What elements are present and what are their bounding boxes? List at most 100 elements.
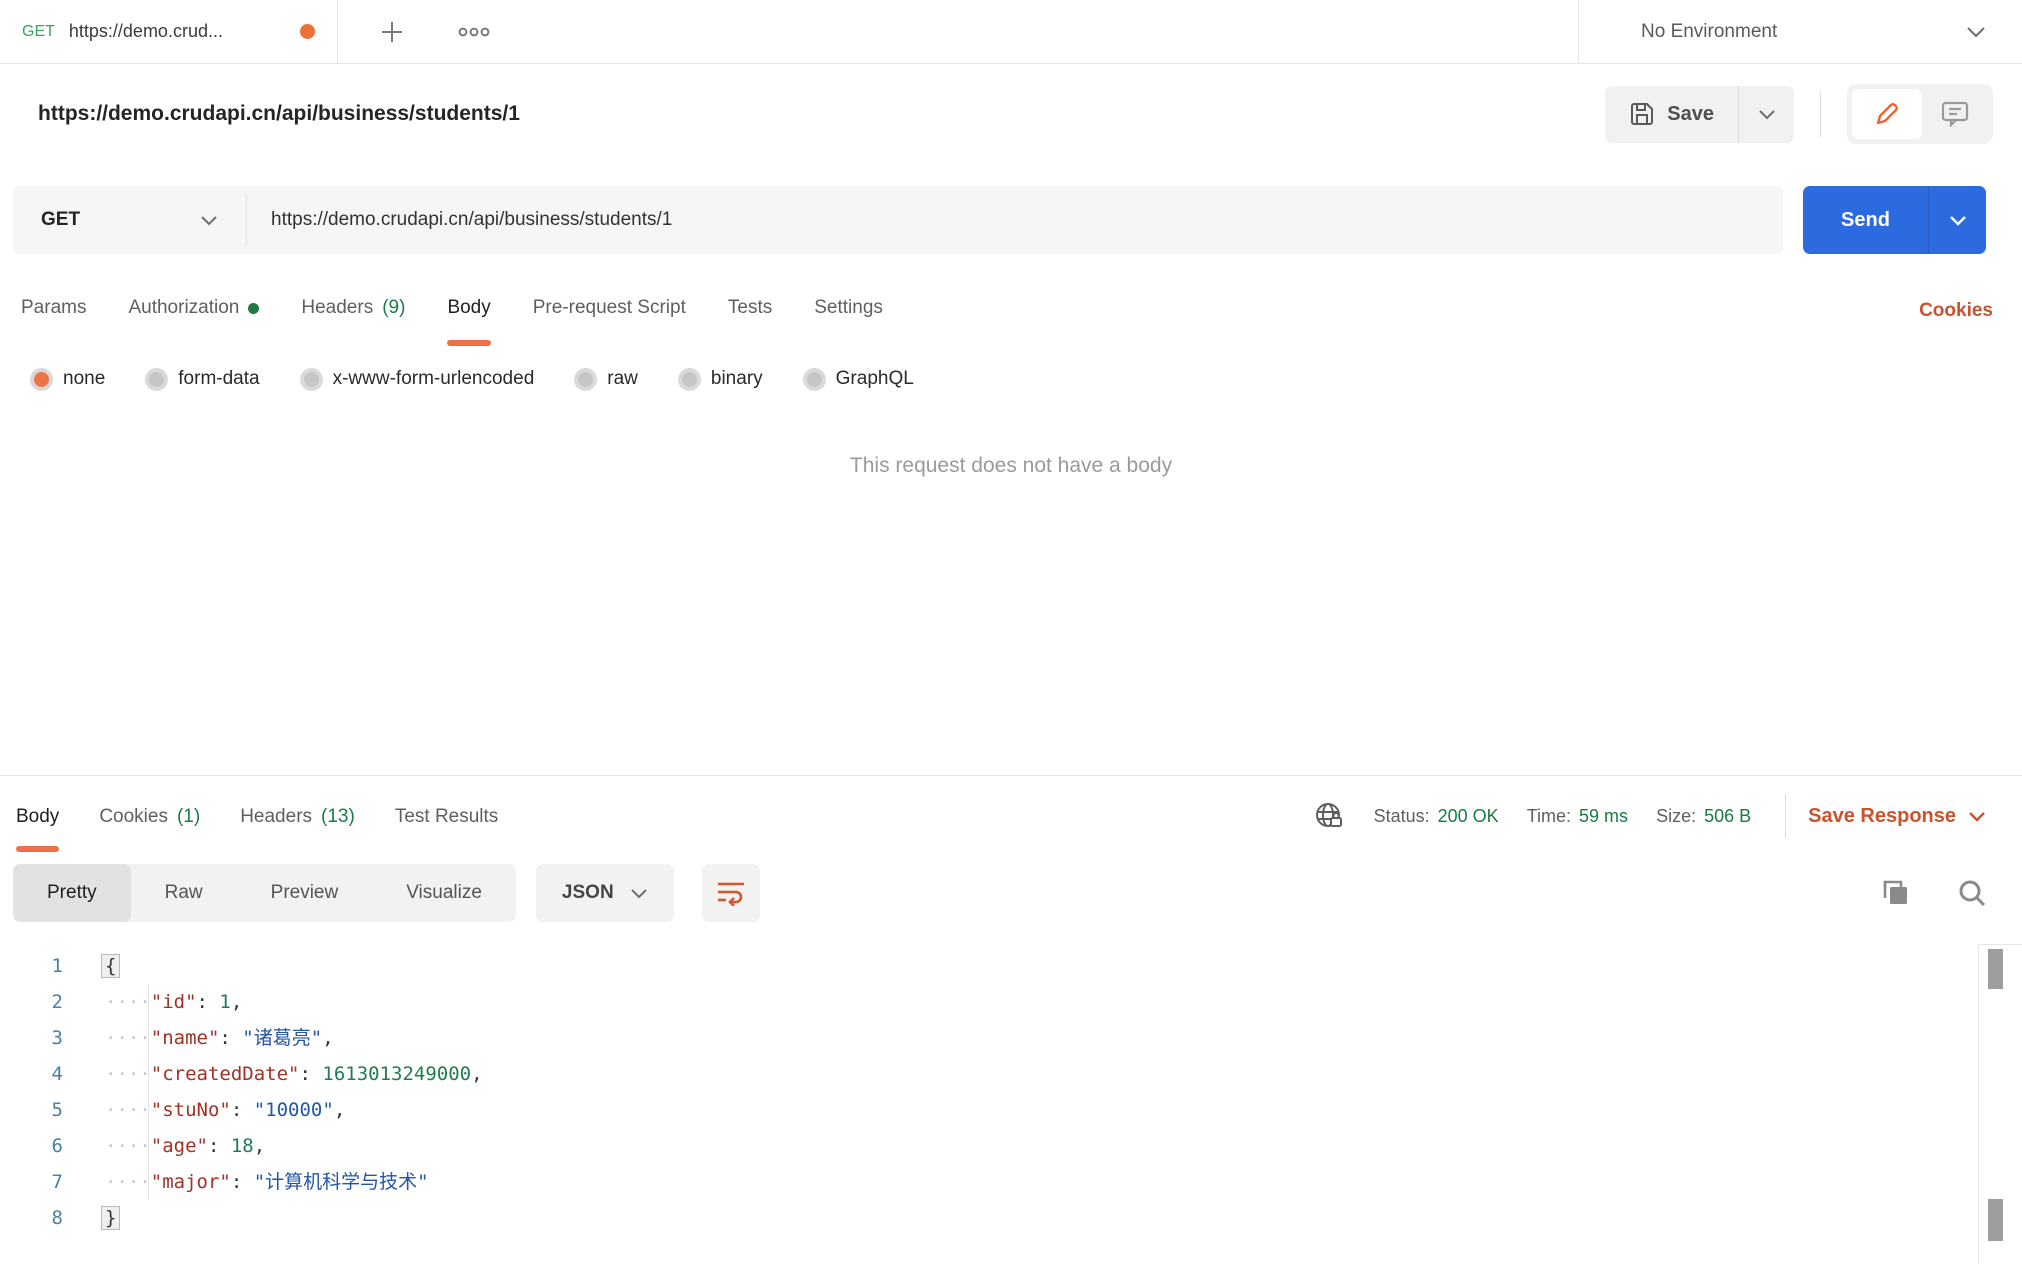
open-brace: {	[101, 954, 120, 978]
response-pane: Body Cookies(1) Headers(13) Test Results…	[0, 775, 2022, 1264]
request-tab[interactable]: GET https://demo.crud...	[0, 0, 338, 63]
line-number: 1	[0, 948, 63, 984]
environment-selector[interactable]: No Environment	[1578, 0, 2022, 63]
code-line: 6 ····"age": 18,	[0, 1128, 2022, 1164]
body-type-binary[interactable]: binary	[678, 368, 763, 391]
chevron-down-icon	[1949, 215, 1967, 226]
size-label: Size:	[1656, 806, 1696, 827]
status-label: Status:	[1374, 806, 1430, 827]
chevron-down-icon	[1968, 811, 1986, 822]
pencil-icon	[1874, 101, 1900, 127]
save-options-button[interactable]	[1738, 86, 1794, 143]
tab-pre-request-script[interactable]: Pre-request Script	[533, 276, 686, 346]
tab-body[interactable]: Body	[447, 276, 490, 346]
chevron-down-icon	[1758, 109, 1776, 120]
scrollbar-thumb[interactable]	[1988, 949, 2003, 989]
search-icon	[1957, 878, 1987, 908]
radio-icon	[678, 368, 701, 391]
send-button[interactable]: Send	[1803, 186, 1928, 254]
copy-icon	[1881, 878, 1911, 908]
code-line: 5 ····"stuNo": "10000",	[0, 1092, 2022, 1128]
line-number: 6	[0, 1128, 63, 1164]
time-label: Time:	[1527, 806, 1571, 827]
divider	[1785, 794, 1786, 838]
body-type-options: none form-data x-www-form-urlencoded raw…	[0, 352, 2022, 406]
radio-selected-icon	[30, 368, 53, 391]
search-response-button[interactable]	[1950, 871, 1994, 915]
environment-label: No Environment	[1641, 21, 1966, 43]
body-type-none[interactable]: none	[30, 368, 105, 391]
code-line: 3 ····"name": "诸葛亮",	[0, 1020, 2022, 1056]
chevron-down-icon	[1966, 26, 1986, 38]
tab-settings[interactable]: Settings	[814, 276, 883, 346]
plus-icon	[378, 18, 406, 46]
tab-authorization[interactable]: Authorization	[128, 276, 259, 346]
tab-headers[interactable]: Headers(9)	[301, 276, 405, 346]
response-tab-headers[interactable]: Headers(13)	[240, 780, 355, 852]
code-line: 4 ····"createdDate": 1613013249000,	[0, 1056, 2022, 1092]
chevron-down-icon	[200, 215, 218, 226]
save-split-button: Save	[1605, 86, 1794, 143]
divider	[1820, 91, 1821, 137]
line-number: 8	[0, 1200, 63, 1236]
cookies-link[interactable]: Cookies	[1919, 300, 2001, 322]
radio-icon	[803, 368, 826, 391]
close-brace: }	[101, 1206, 120, 1230]
save-button[interactable]: Save	[1605, 86, 1738, 143]
scrollbar-thumb[interactable]	[1988, 1199, 2003, 1241]
tab-tests[interactable]: Tests	[728, 276, 772, 346]
body-type-form-data[interactable]: form-data	[145, 368, 259, 391]
send-options-button[interactable]	[1928, 186, 1986, 254]
tab-method-badge: GET	[22, 23, 55, 41]
indent-guide	[148, 984, 149, 1200]
response-headers-count: (13)	[321, 806, 355, 828]
request-bar: GET https://demo.crudapi.cn/api/business…	[13, 186, 1986, 254]
response-meta: Status:200 OK Time:59 ms Size:506 B Save…	[1314, 794, 2006, 838]
language-selector[interactable]: JSON	[536, 864, 674, 922]
comment-button[interactable]	[1922, 89, 1988, 139]
code-line: 1 {	[0, 948, 2022, 984]
url-input[interactable]: https://demo.crudapi.cn/api/business/stu…	[247, 186, 1783, 254]
postman-app: GET https://demo.crud... No Environment …	[0, 0, 2022, 1264]
radio-icon	[574, 368, 597, 391]
tab-title: https://demo.crud...	[69, 21, 290, 42]
view-mode-raw[interactable]: Raw	[131, 864, 237, 922]
body-type-graphql[interactable]: GraphQL	[803, 368, 914, 391]
save-response-button[interactable]: Save Response	[1808, 805, 1986, 828]
chevron-down-icon	[630, 888, 648, 899]
line-number: 2	[0, 984, 63, 1020]
code-line: 8 }	[0, 1200, 2022, 1236]
send-split-button: Send	[1803, 186, 1986, 254]
view-mode-visualize[interactable]: Visualize	[372, 864, 516, 922]
tab-options-button[interactable]	[452, 10, 496, 54]
response-tab-cookies[interactable]: Cookies(1)	[99, 780, 200, 852]
response-tabs: Body Cookies(1) Headers(13) Test Results…	[0, 776, 2022, 856]
view-mode-preview[interactable]: Preview	[237, 864, 373, 922]
request-tabs: Params Authorization Headers(9) Body Pre…	[0, 276, 2022, 346]
authorization-set-dot-icon	[248, 303, 259, 314]
request-header: https://demo.crudapi.cn/api/business/stu…	[0, 64, 2022, 164]
response-tab-test-results[interactable]: Test Results	[395, 780, 498, 852]
new-tab-button[interactable]	[370, 10, 414, 54]
edit-button[interactable]	[1852, 89, 1922, 139]
network-globe-lock-icon	[1314, 800, 1346, 832]
wrap-text-button[interactable]	[702, 864, 760, 922]
wrap-text-icon	[716, 880, 746, 906]
method-selector[interactable]: GET	[13, 186, 246, 254]
body-type-x-www-form-urlencoded[interactable]: x-www-form-urlencoded	[300, 368, 535, 391]
tab-params[interactable]: Params	[21, 276, 86, 346]
comment-icon	[1941, 101, 1969, 127]
body-type-raw[interactable]: raw	[574, 368, 638, 391]
radio-icon	[145, 368, 168, 391]
time-value: 59 ms	[1579, 806, 1628, 827]
line-number: 4	[0, 1056, 63, 1092]
response-tab-body[interactable]: Body	[16, 780, 59, 852]
edit-comment-group	[1847, 84, 1993, 144]
view-mode-pretty[interactable]: Pretty	[13, 864, 131, 922]
status-value: 200 OK	[1438, 806, 1499, 827]
line-number: 5	[0, 1092, 63, 1128]
line-number: 7	[0, 1164, 63, 1200]
view-mode-switch: Pretty Raw Preview Visualize	[13, 864, 516, 922]
response-toolbar: Pretty Raw Preview Visualize JSON	[13, 864, 1994, 922]
copy-response-button[interactable]	[1874, 871, 1918, 915]
